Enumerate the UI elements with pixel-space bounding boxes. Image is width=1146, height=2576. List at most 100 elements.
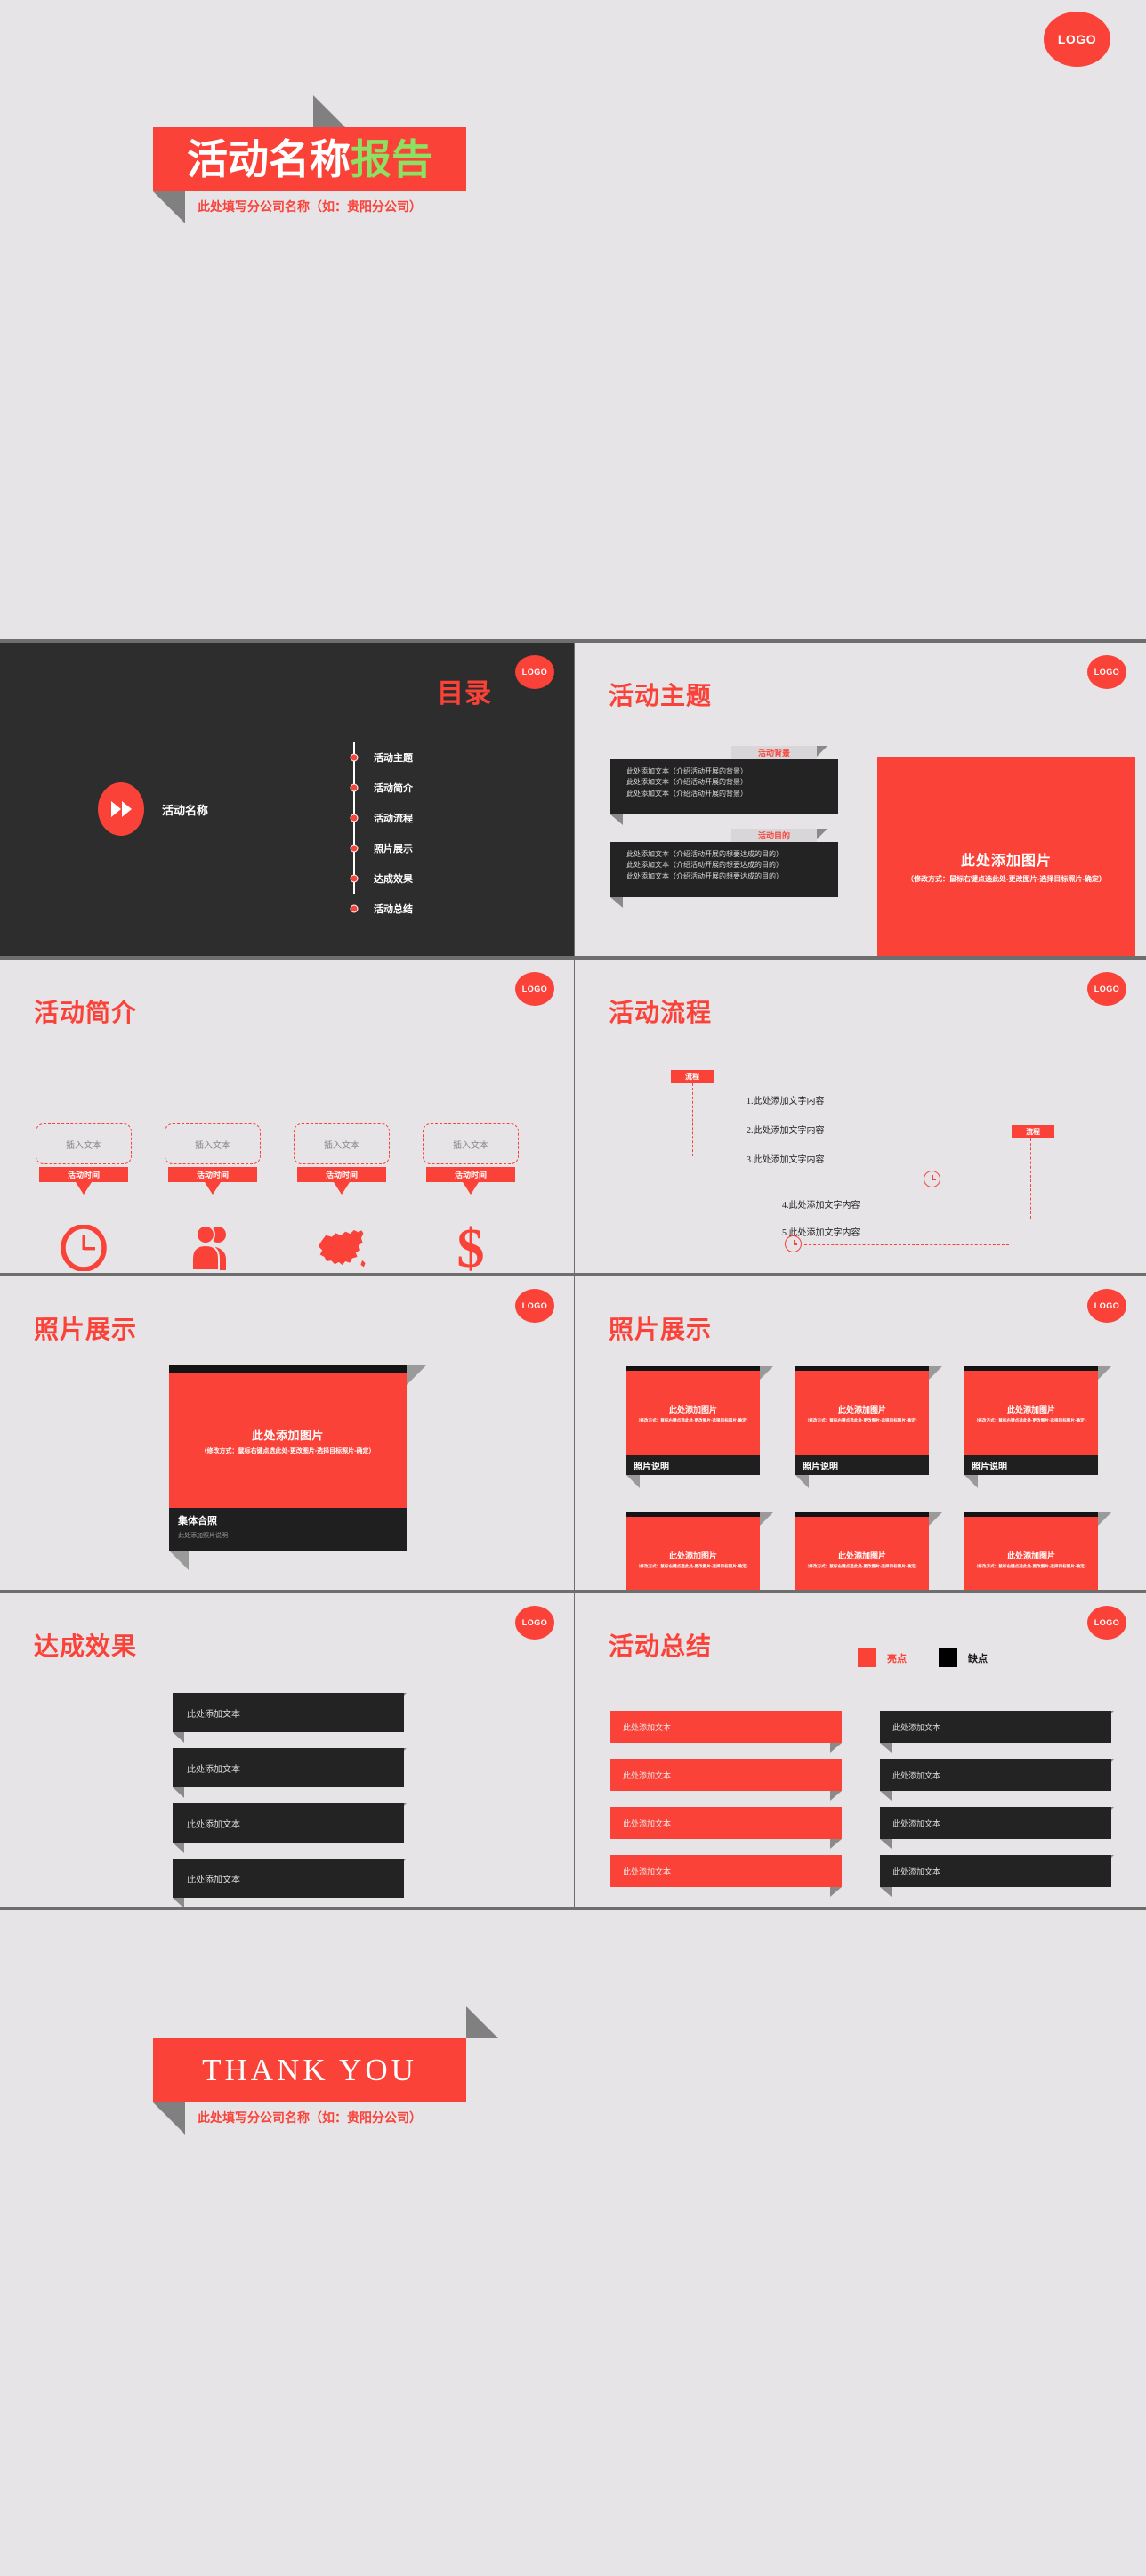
slide-photo-grid[interactable]: LOGO 照片展示 此处添加图片 （修改方式：鼠标右键点选此处-更改图片-选择目… (575, 1276, 1146, 1590)
section-title: 活动总结 (609, 1632, 713, 1660)
summary-text: 此处添加文本 (610, 1807, 842, 1849)
photo-placeholder-hint: （修改方式：鼠标右键点选此处-更改图片-选择目标照片-确定） (973, 1417, 1089, 1422)
photo-placeholder[interactable]: 此处添加图片 （修改方式：鼠标右键点选此处-更改图片-选择目标照片-确定） (795, 1371, 929, 1455)
cover-title-banner[interactable]: 活动名称报告 (153, 127, 466, 191)
summary-drawbacks-column: 缺点一 此处添加文本 缺点二 此处添加文本 缺点三 此处添加文本 缺点四 此处添… (880, 1698, 1114, 1903)
cover-title-white: 活动名称 (187, 136, 351, 182)
photo-placeholder[interactable]: 此处添加图片 （修改方式：鼠标右键点选此处-更改图片-选择目标照片-确定） (626, 1371, 760, 1455)
photo-frame[interactable]: 此处添加图片 （修改方式：鼠标右键点选此处-更改图片-选择目标照片-确定） 照片… (795, 1512, 942, 1590)
intro-text-placeholder[interactable]: 插入文本 (423, 1123, 519, 1164)
slide-photo-single[interactable]: LOGO 照片展示 此处添加图片 （修改方式：鼠标右键点选此处-更改图片-选择目… (0, 1276, 574, 1590)
intro-column: 插入文本 活动时间 (165, 1123, 261, 1273)
thank-you-subtitle: 此处填写分公司名称（如：贵阳分公司） (198, 2110, 422, 2125)
theme-textbox-purpose[interactable]: 此处添加文本（介绍活动开展的想要达成的目的） 此处添加文本（介绍活动开展的想要达… (610, 842, 838, 908)
logo-badge[interactable]: LOGO (515, 1289, 554, 1323)
slide-activity-summary[interactable]: LOGO 活动总结 亮点 缺点 亮点一 此处添加文本 亮点二 此处添加文本 (575, 1593, 1146, 1907)
frame-fold-top-right (760, 1512, 773, 1526)
summary-row[interactable]: 亮点一 此处添加文本 (610, 1711, 842, 1753)
theme-text-line: 此处添加文本（介绍活动开展的想要达成的目的） (626, 850, 783, 858)
photo-placeholder[interactable]: 此处添加图片 （修改方式：鼠标右键点选此处-更改图片-选择目标照片-确定） (626, 1517, 760, 1590)
summary-row[interactable]: 缺点二 此处添加文本 (880, 1759, 1114, 1801)
logo-badge[interactable]: LOGO (1087, 655, 1126, 689)
photo-placeholder-title: 此处添加图片 (960, 853, 1052, 869)
photo-placeholder[interactable]: 此处添加图片 （修改方式：鼠标右键点选此处-更改图片-选择目标照片-确定） (169, 1373, 407, 1508)
intro-text-placeholder[interactable]: 插入文本 (36, 1123, 132, 1164)
thank-you-banner[interactable]: THANK YOU (153, 2038, 466, 2102)
toc-item-label: 活动简介 (374, 783, 413, 794)
cover-subtitle: 此处填写分公司名称（如：贵阳分公司） (198, 199, 422, 214)
intro-text-placeholder[interactable]: 插入文本 (165, 1123, 261, 1164)
logo-label: LOGO (1094, 1301, 1120, 1310)
toc-item[interactable]: 活动总结 (350, 894, 461, 924)
toc-item[interactable]: 达成效果 (350, 863, 461, 894)
logo-badge[interactable]: LOGO (1087, 972, 1126, 1006)
logo-badge[interactable]: LOGO (515, 972, 554, 1006)
section-title: 活动流程 (609, 999, 713, 1026)
summary-row[interactable]: 缺点一 此处添加文本 (880, 1711, 1114, 1753)
logo-label: LOGO (1094, 984, 1120, 993)
logo-label: LOGO (521, 1618, 548, 1627)
toc-item[interactable]: 活动主题 (350, 742, 461, 773)
photo-placeholder[interactable]: 此处添加图片 （修改方式：鼠标右键点选此处-更改图片-选择目标照片-确定） (964, 1517, 1098, 1590)
photo-frame[interactable]: 此处添加图片 （修改方式：鼠标右键点选此处-更改图片-选择目标照片-确定） 照片… (626, 1512, 773, 1590)
photo-frame[interactable]: 此处添加图片 （修改方式：鼠标右键点选此处-更改图片-选择目标照片-确定） 照片… (964, 1512, 1111, 1590)
toc-bullet-dot (350, 753, 359, 762)
effect-row[interactable]: 第二项 此处添加文本 (173, 1748, 407, 1798)
fast-forward-icon (98, 782, 144, 836)
frame-fold-bottom-left (795, 1475, 809, 1488)
toc-bullet-dot (350, 874, 359, 883)
flow-dash-vertical-right (1030, 1138, 1031, 1219)
toc-list: 活动主题 活动简介 活动流程 照片展示 达成效果 活动总结 (350, 742, 461, 924)
photo-frame[interactable]: 此处添加图片 （修改方式：鼠标右键点选此处-更改图片-选择目标照片-确定） 照片… (964, 1366, 1111, 1488)
logo-badge[interactable]: LOGO (1044, 12, 1110, 67)
slide-activity-intro[interactable]: LOGO 活动简介 插入文本 活动时间 插入文本 活动时间 插入文本 活动时间 … (0, 960, 574, 1273)
photo-frame[interactable]: 此处添加图片 （修改方式：鼠标右键点选此处-更改图片-选择目标照片-确定） 照片… (626, 1366, 773, 1488)
logo-badge[interactable]: LOGO (515, 1606, 554, 1640)
summary-row[interactable]: 缺点四 此处添加文本 (880, 1855, 1114, 1897)
clock-icon (57, 1221, 110, 1273)
box-fold-corner (610, 897, 623, 908)
flow-step: 4.此处添加文字内容 (782, 1201, 860, 1211)
photo-placeholder-title: 此处添加图片 (251, 1428, 324, 1442)
photo-frame[interactable]: 此处添加图片 （修改方式：鼠标右键点选此处-更改图片-选择目标照片-确定） 集体… (169, 1365, 426, 1570)
toc-item[interactable]: 照片展示 (350, 833, 461, 863)
summary-row[interactable]: 缺点三 此处添加文本 (880, 1807, 1114, 1849)
logo-badge[interactable]: LOGO (1087, 1289, 1126, 1323)
effect-text: 此处添加文本 (173, 1748, 404, 1798)
summary-row[interactable]: 亮点二 此处添加文本 (610, 1759, 842, 1801)
slide-achieved-effect[interactable]: LOGO 达成效果 第一项 此处添加文本 第二项 此处添加文本 第三项 此处添加… (0, 1593, 574, 1907)
frame-fold-top-right (1098, 1366, 1111, 1380)
effect-row[interactable]: 第三项 此处添加文本 (173, 1803, 407, 1853)
photo-placeholder[interactable]: 此处添加图片 （修改方式：鼠标右键点选此处-更改图片-选择目标照片-确定） (964, 1371, 1098, 1455)
toc-bullet-dot (350, 904, 359, 913)
slide-activity-theme[interactable]: LOGO 活动主题 活动背景 此处添加文本（介绍活动开展的背景） 此处添加文本（… (575, 643, 1146, 956)
photo-frame[interactable]: 此处添加图片 （修改方式：鼠标右键点选此处-更改图片-选择目标照片-确定） 照片… (795, 1366, 942, 1488)
toc-item[interactable]: 活动流程 (350, 803, 461, 833)
intro-time-tag: 活动时间 (426, 1167, 515, 1182)
summary-row[interactable]: 亮点三 此处添加文本 (610, 1807, 842, 1849)
theme-photo-placeholder[interactable]: 此处添加图片 （修改方式：鼠标右键点选此处-更改图片-选择目标照片-确定） (877, 757, 1135, 956)
logo-label: LOGO (521, 668, 548, 676)
caption-title: 集体合照 (178, 1516, 217, 1527)
toc-title: 目录 (437, 679, 492, 709)
legend-label: 缺点 (968, 1653, 988, 1665)
photo-placeholder[interactable]: 此处添加图片 （修改方式：鼠标右键点选此处-更改图片-选择目标照片-确定） (795, 1517, 929, 1590)
summary-row[interactable]: 亮点四 此处添加文本 (610, 1855, 842, 1897)
toc-item[interactable]: 活动简介 (350, 773, 461, 803)
intro-text-placeholder[interactable]: 插入文本 (294, 1123, 390, 1164)
section-title: 达成效果 (34, 1632, 138, 1660)
slide-cover[interactable]: LOGO 活动名称报告 此处填写分公司名称（如：贵阳分公司） (0, 0, 1146, 639)
legend-label: 亮点 (887, 1653, 907, 1665)
logo-badge[interactable]: LOGO (515, 655, 554, 689)
effect-row[interactable]: 第四项 此处添加文本 (173, 1859, 407, 1907)
slide-activity-flow[interactable]: LOGO 活动流程 流程 1.此处添加文字内容 2.此处添加文字内容 3.此处添… (575, 960, 1146, 1273)
effect-row[interactable]: 第一项 此处添加文本 (173, 1693, 407, 1743)
theme-textbox-background[interactable]: 此处添加文本（介绍活动开展的背景） 此处添加文本（介绍活动开展的背景） 此处添加… (610, 759, 838, 825)
photo-grid: 此处添加图片 （修改方式：鼠标右键点选此处-更改图片-选择目标照片-确定） 照片… (626, 1366, 1111, 1590)
slide-thank-you[interactable]: THANK YOU 此处填写分公司名称（如：贵阳分公司） (0, 1910, 1146, 2576)
effect-text: 此处添加文本 (173, 1693, 404, 1743)
flow-tag-left: 流程 (671, 1070, 714, 1083)
slide-table-of-contents[interactable]: LOGO 目录 活动名称 活动主题 活动简介 活动流程 照片展示 达成效果 活动… (0, 643, 574, 956)
photo-placeholder-title: 此处添加图片 (1006, 1551, 1055, 1560)
logo-badge[interactable]: LOGO (1087, 1606, 1126, 1640)
